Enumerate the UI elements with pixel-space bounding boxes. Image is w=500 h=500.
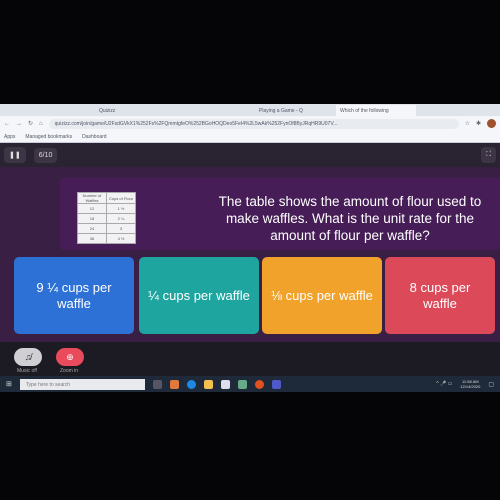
tab-quizizz[interactable]: Quizizz	[95, 105, 170, 116]
question-text: The table shows the amount of flour used…	[218, 194, 482, 243]
tab-playing-game[interactable]: Playing a Game - Q	[255, 105, 335, 116]
url-input[interactable]: quizizz.com/join/game/U2FsdGVkX1%252Fs%2…	[48, 118, 459, 129]
address-bar-row: ← → ↻ ⌂ quizizz.com/join/game/U2FsdGVkX1…	[0, 116, 500, 131]
task-view-icon[interactable]	[152, 379, 162, 389]
waffle-table: Number of Waffles Cups of Flour 12 1 ½ 18 2…	[77, 192, 136, 244]
clock[interactable]: 11:58 AM 12/14/2020	[460, 379, 480, 389]
header-flour: Cups of Flour	[106, 192, 136, 204]
forward-icon[interactable]: →	[16, 121, 22, 127]
teams-icon[interactable]	[271, 379, 281, 389]
bookmark-dashboard[interactable]: Dashboard	[82, 134, 106, 140]
avatar[interactable]	[487, 119, 496, 128]
bookmark-managed[interactable]: Managed bookmarks	[25, 134, 72, 140]
home-icon[interactable]: ⌂	[39, 121, 43, 127]
windows-start-icon[interactable]: ⊞	[6, 380, 12, 388]
tray-icons[interactable]: ^ 🎤 ▭	[436, 381, 452, 387]
table-row: 24 3	[77, 223, 136, 234]
quiz-top-bar: ❚❚ 6/10 ⛶	[0, 143, 500, 167]
music-off-button[interactable]: ♫̸	[14, 348, 42, 366]
music-off-label: Music off	[17, 368, 37, 374]
table-row: 36 4 ½	[77, 233, 136, 244]
option-2[interactable]: ¼ cups per waffle	[139, 257, 259, 334]
edge-icon[interactable]	[186, 379, 196, 389]
bookmarks-bar: Apps Managed bookmarks Dashboard	[0, 131, 500, 143]
table-row: 18 2 ¼	[77, 213, 136, 224]
taskbar-search[interactable]: Type here to search	[19, 378, 145, 390]
tab-which-following[interactable]: Which of the following	[336, 105, 416, 116]
file-explorer-icon[interactable]	[203, 379, 213, 389]
browser-tab-strip: Quizizz Playing a Game - Q Which of the …	[0, 104, 500, 116]
zoom-in-icon: ⊕	[66, 351, 74, 362]
zoom-in-label: Zoom in	[60, 368, 79, 374]
office-icon[interactable]	[254, 379, 264, 389]
settings-app-icon[interactable]	[169, 379, 179, 389]
option-1[interactable]: 9 ¼ cups per waffle	[14, 257, 134, 334]
chrome-icon[interactable]	[237, 379, 247, 389]
option-4[interactable]: 8 cups per waffle	[385, 257, 495, 334]
zoom-in-button[interactable]: ⊕	[56, 348, 84, 366]
extension-icon[interactable]: ✱	[476, 120, 481, 127]
music-off-icon: ♫̸	[24, 352, 32, 362]
notifications-icon[interactable]: ▢	[488, 381, 494, 388]
fullscreen-button[interactable]: ⛶	[481, 147, 496, 163]
windows-taskbar: ⊞ Type here to search ^ 🎤 ▭ 11:58 AM 12/1…	[0, 376, 500, 392]
header-waffles: Number of Waffles	[77, 192, 107, 204]
back-icon[interactable]: ←	[4, 121, 10, 127]
bookmark-apps[interactable]: Apps	[4, 134, 15, 140]
store-icon[interactable]	[220, 379, 230, 389]
pause-button[interactable]: ❚❚	[4, 147, 26, 163]
table-row: 12 1 ½	[77, 203, 136, 214]
date: 12/14/2020	[460, 384, 481, 389]
option-3[interactable]: ⅛ cups per waffle	[262, 257, 382, 334]
reload-icon[interactable]: ↻	[28, 120, 33, 127]
progress-counter: 6/10	[33, 147, 58, 163]
star-icon[interactable]: ☆	[465, 120, 470, 127]
